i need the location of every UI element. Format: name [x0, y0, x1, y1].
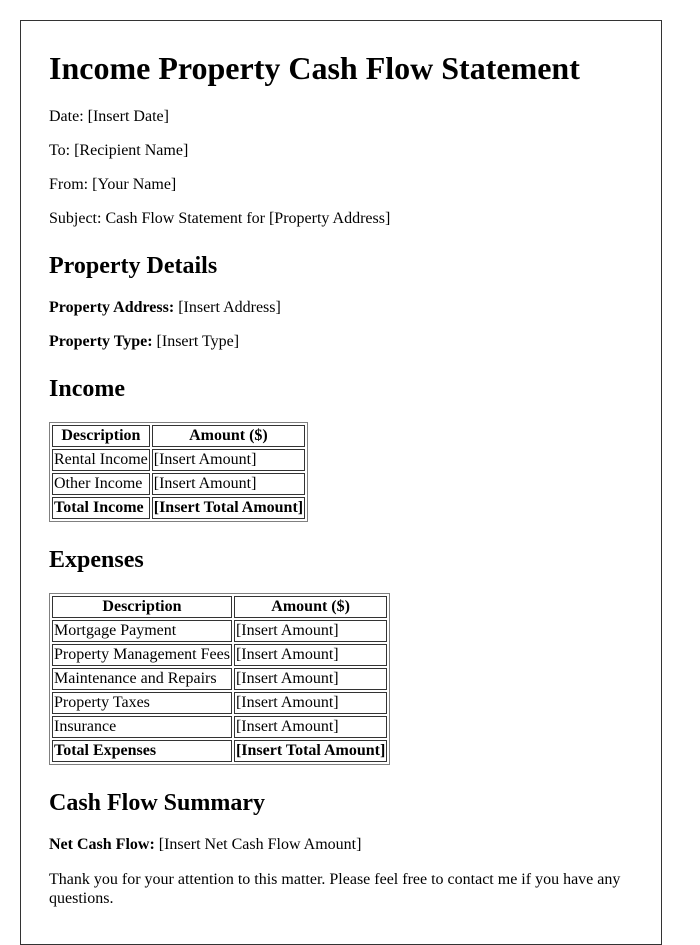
subject-line: Subject: Cash Flow Statement for [Proper…	[49, 210, 391, 227]
property-address: Property Address: [Insert Address]	[49, 299, 633, 317]
table-row: Property Taxes [Insert Amount]	[52, 692, 388, 714]
total-income-label: Total Income	[52, 497, 150, 519]
table-header-row: Description Amount ($)	[52, 425, 306, 447]
table-header-row: Description Amount ($)	[52, 596, 388, 618]
property-type: Property Type: [Insert Type]	[49, 333, 633, 351]
table-row: Maintenance and Repairs [Insert Amount]	[52, 668, 388, 690]
expense-description-cell: Insurance	[52, 716, 232, 738]
property-type-label: Property Type:	[49, 333, 153, 350]
column-header-description: Description	[52, 425, 150, 447]
expenses-heading: Expenses	[49, 547, 144, 573]
to-line: To: [Recipient Name]	[49, 142, 189, 159]
expense-amount-cell: [Insert Amount]	[233, 668, 388, 690]
income-amount-cell: [Insert Amount]	[151, 473, 306, 495]
table-row: Property Management Fees [Insert Amount]	[52, 644, 388, 666]
total-expenses-amount: [Insert Total Amount]	[233, 740, 388, 762]
total-income-amount: [Insert Total Amount]	[151, 497, 306, 519]
letter-header: Date: [Insert Date] To: [Recipient Name]…	[49, 108, 633, 228]
expense-description-cell: Mortgage Payment	[52, 620, 232, 642]
table-row: Insurance [Insert Amount]	[52, 716, 388, 738]
total-expenses-row: Total Expenses [Insert Total Amount]	[52, 740, 388, 762]
from-line: From: [Your Name]	[49, 176, 177, 193]
expense-description-cell: Property Management Fees	[52, 644, 232, 666]
total-income-row: Total Income [Insert Total Amount]	[52, 497, 306, 519]
expense-description-cell: Property Taxes	[52, 692, 232, 714]
table-row: Rental Income [Insert Amount]	[52, 449, 306, 471]
column-header-amount: Amount ($)	[233, 596, 388, 618]
income-table: Description Amount ($) Rental Income [In…	[49, 422, 309, 522]
expense-amount-cell: [Insert Amount]	[233, 620, 388, 642]
cash-flow-summary-heading: Cash Flow Summary	[49, 790, 266, 816]
column-header-description: Description	[52, 596, 232, 618]
expense-amount-cell: [Insert Amount]	[233, 716, 388, 738]
income-heading: Income	[49, 376, 125, 402]
column-header-amount: Amount ($)	[151, 425, 306, 447]
date-line: Date: [Insert Date]	[49, 108, 169, 125]
expenses-table: Description Amount ($) Mortgage Payment …	[49, 593, 391, 765]
net-cash-flow-value: [Insert Net Cash Flow Amount]	[154, 836, 362, 853]
table-row: Other Income [Insert Amount]	[52, 473, 306, 495]
property-type-value: [Insert Type]	[152, 333, 240, 350]
expense-amount-cell: [Insert Amount]	[233, 692, 388, 714]
expense-description-cell: Maintenance and Repairs	[52, 668, 232, 690]
table-row: Mortgage Payment [Insert Amount]	[52, 620, 388, 642]
total-expenses-label: Total Expenses	[52, 740, 232, 762]
property-address-label: Property Address:	[49, 299, 175, 316]
closing-paragraph: Thank you for your attention to this mat…	[49, 871, 621, 907]
property-address-value: [Insert Address]	[174, 299, 281, 316]
net-cash-flow: Net Cash Flow: [Insert Net Cash Flow Amo…	[49, 836, 633, 854]
income-description-cell: Other Income	[52, 473, 150, 495]
document-title: Income Property Cash Flow Statement	[49, 50, 580, 86]
income-amount-cell: [Insert Amount]	[151, 449, 306, 471]
property-details-heading: Property Details	[49, 253, 218, 279]
income-description-cell: Rental Income	[52, 449, 150, 471]
statement-document: Income Property Cash Flow Statement Date…	[20, 20, 662, 945]
expense-amount-cell: [Insert Amount]	[233, 644, 388, 666]
net-cash-flow-label: Net Cash Flow:	[49, 836, 155, 853]
